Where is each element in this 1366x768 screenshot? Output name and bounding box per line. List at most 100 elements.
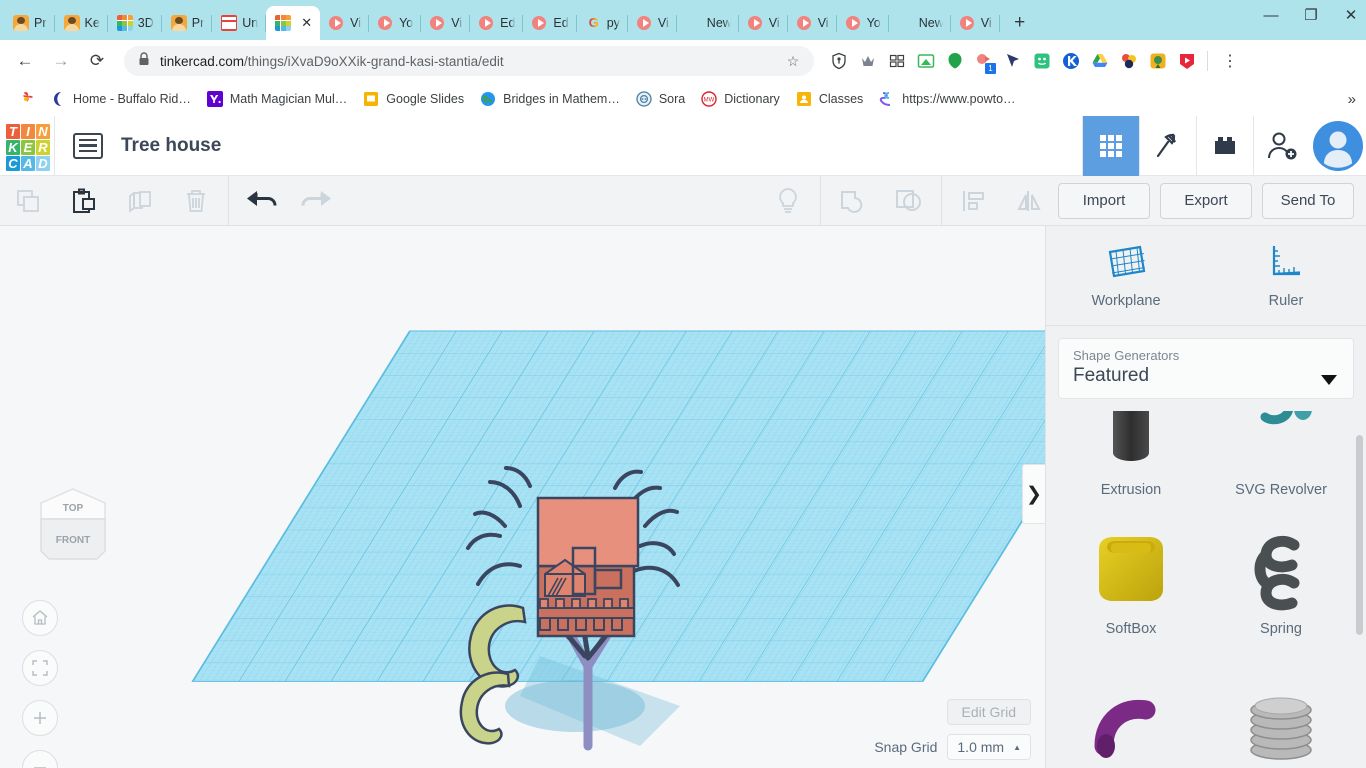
- close-window-button[interactable]: ✕: [1342, 8, 1360, 23]
- browser-tab[interactable]: Pr: [4, 6, 55, 40]
- shape-thumbnail: [1091, 411, 1171, 477]
- bookmarks-overflow-button[interactable]: »: [1348, 91, 1356, 108]
- 3d-viewport[interactable]: TOP FRONT Edit Grid Snap Grid 1.0 mm ▲ ❯: [0, 226, 1045, 768]
- snap-grid-select[interactable]: 1.0 mm ▲: [947, 734, 1031, 760]
- location-extension-icon[interactable]: [1149, 52, 1167, 70]
- browser-tab[interactable]: Vi: [628, 6, 677, 40]
- lightbulb-icon[interactable]: [760, 176, 816, 226]
- group-icon[interactable]: [825, 176, 881, 226]
- browser-tab[interactable]: Ed: [523, 6, 577, 40]
- shape-item[interactable]: Extrusion: [1056, 411, 1206, 504]
- avatar[interactable]: [1310, 116, 1366, 176]
- workplane-tool[interactable]: Workplane: [1046, 226, 1206, 325]
- duplicate-icon[interactable]: [112, 176, 168, 226]
- browser-tab[interactable]: Yo: [369, 6, 422, 40]
- browser-tab[interactable]: Vi: [320, 6, 370, 40]
- ungroup-icon[interactable]: [881, 176, 937, 226]
- fit-view-button[interactable]: [22, 650, 58, 686]
- green-window-extension-icon[interactable]: [917, 52, 935, 70]
- address-bar[interactable]: tinkercad.com/things/iXvaD9oXXik-grand-k…: [124, 46, 814, 76]
- browser-tab[interactable]: Vi: [421, 6, 471, 40]
- chevron-down-icon[interactable]: [1321, 375, 1337, 385]
- import-button[interactable]: Import: [1058, 182, 1150, 219]
- paste-icon[interactable]: [56, 176, 112, 226]
- bookmark-item[interactable]: Google Slides: [355, 88, 472, 110]
- shape-item[interactable]: SoftBox: [1056, 508, 1206, 643]
- tinkercad-logo[interactable]: TINKERCAD: [2, 120, 54, 172]
- shape-item[interactable]: [1056, 647, 1206, 768]
- bookmark-item[interactable]: Home - Buffalo Rid…: [42, 88, 199, 110]
- browser-tab[interactable]: Ke: [55, 6, 108, 40]
- bookmark-item[interactable]: Sora: [628, 88, 693, 110]
- edit-grid-button[interactable]: Edit Grid: [946, 699, 1031, 725]
- browser-tab[interactable]: Yo: [837, 6, 889, 40]
- home-view-button[interactable]: [22, 600, 58, 636]
- browser-tab[interactable]: Pr: [162, 6, 213, 40]
- cursor-extension-icon[interactable]: [1004, 52, 1022, 70]
- browser-tab[interactable]: 3D: [108, 6, 162, 40]
- pickaxe-icon[interactable]: [1139, 116, 1196, 176]
- bookmark-item[interactable]: MW Dictionary: [693, 88, 788, 110]
- kami-extension-icon[interactable]: [1062, 52, 1080, 70]
- minimize-button[interactable]: —: [1262, 8, 1280, 23]
- send-to-button[interactable]: Send To: [1262, 182, 1354, 219]
- colorful-balls-extension-icon[interactable]: [1120, 52, 1138, 70]
- undo-icon[interactable]: [233, 176, 289, 226]
- bookmark-item[interactable]: [10, 88, 42, 110]
- caret-up-icon: ▲: [1013, 742, 1021, 752]
- browser-tab[interactable]: Un: [212, 6, 267, 40]
- copy-icon[interactable]: [0, 176, 56, 226]
- bookmark-item[interactable]: Classes: [788, 88, 871, 110]
- zoom-in-button[interactable]: [22, 700, 58, 736]
- crown-extension-icon[interactable]: [859, 52, 877, 70]
- grid-icon[interactable]: [1082, 116, 1139, 176]
- shape-generators-select[interactable]: Shape Generators Featured: [1058, 338, 1354, 399]
- smiley-extension-icon[interactable]: [1033, 52, 1051, 70]
- tinkercad-favicon: [116, 15, 133, 31]
- zoom-out-button[interactable]: [22, 750, 58, 768]
- browser-tab[interactable]: Gpy: [577, 6, 628, 40]
- project-list-button[interactable]: [73, 132, 103, 159]
- delete-icon[interactable]: [168, 176, 224, 226]
- browser-tab[interactable]: New Ta: [889, 6, 951, 40]
- view-cube[interactable]: TOP FRONT: [33, 481, 113, 573]
- shape-list[interactable]: Extrusion SVG Revolver SoftBox Spring: [1046, 411, 1366, 768]
- shield-extension-icon[interactable]: [830, 52, 848, 70]
- forward-button[interactable]: →: [44, 44, 78, 78]
- browser-tab[interactable]: Vi: [951, 6, 1000, 40]
- green-balloon-extension-icon[interactable]: [946, 52, 964, 70]
- chrome-menu-button[interactable]: ⋮: [1222, 51, 1238, 71]
- new-tab-button[interactable]: +: [1006, 9, 1034, 37]
- brick-icon[interactable]: [1196, 116, 1253, 176]
- apps-grid-extension-icon[interactable]: [888, 52, 906, 70]
- close-tab-icon[interactable]: ✕: [301, 15, 312, 31]
- panel-scrollbar[interactable]: [1356, 435, 1363, 635]
- browser-tab[interactable]: Ed: [470, 6, 524, 40]
- export-button[interactable]: Export: [1160, 182, 1252, 219]
- browser-tab[interactable]: New Ta: [677, 6, 739, 40]
- video-download-extension-icon[interactable]: [1178, 52, 1196, 70]
- shape-item[interactable]: SVG Revolver: [1206, 411, 1356, 504]
- mirror-icon[interactable]: [1002, 176, 1058, 226]
- collapse-panel-button[interactable]: ❯: [1022, 464, 1045, 524]
- add-person-icon[interactable]: [1253, 116, 1310, 176]
- bookmark-item[interactable]: Bridges in Mathem…: [472, 88, 628, 110]
- maximize-button[interactable]: ❐: [1302, 8, 1320, 23]
- person-favicon: [13, 15, 29, 31]
- bookmark-star-icon[interactable]: ☆: [780, 48, 806, 74]
- browser-tab[interactable]: ✕: [266, 6, 321, 40]
- shape-item[interactable]: Spring: [1206, 508, 1356, 643]
- back-button[interactable]: ←: [8, 44, 42, 78]
- bookmark-item[interactable]: Math Magician Mul…: [199, 88, 355, 110]
- google-drive-extension-icon[interactable]: [1091, 52, 1109, 70]
- redo-icon[interactable]: [289, 176, 345, 226]
- reload-button[interactable]: ⟳: [80, 44, 114, 78]
- align-icon[interactable]: [946, 176, 1002, 226]
- ruler-tool[interactable]: Ruler: [1206, 226, 1366, 325]
- bookmark-item[interactable]: https://www.powto…: [871, 88, 1023, 110]
- tab-label: 3D: [137, 16, 154, 30]
- browser-tab[interactable]: Vi: [739, 6, 788, 40]
- shape-item[interactable]: [1206, 647, 1356, 768]
- screencast-extension-icon[interactable]: 1: [975, 52, 996, 74]
- browser-tab[interactable]: Vi: [788, 6, 837, 40]
